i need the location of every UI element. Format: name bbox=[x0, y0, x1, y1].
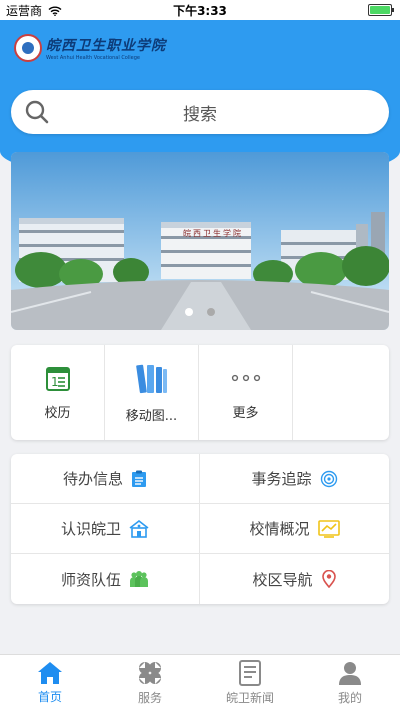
logo-english-name: West Anhui Health Vocational College bbox=[46, 55, 140, 61]
carousel-dot-1[interactable] bbox=[185, 308, 193, 316]
tab-profile[interactable]: 我的 bbox=[300, 655, 400, 710]
grid-item-label: 移动图... bbox=[125, 409, 178, 424]
school-icon bbox=[129, 519, 149, 538]
status-bar: 运营商 下午3:33 bbox=[0, 0, 400, 20]
tab-news[interactable]: 皖卫新闻 bbox=[200, 655, 300, 710]
service-label: 事务追踪 bbox=[251, 470, 312, 488]
service-faculty[interactable]: 师资队伍 bbox=[11, 554, 200, 604]
clover-icon bbox=[139, 661, 161, 684]
service-label: 待办信息 bbox=[62, 470, 123, 488]
calendar-icon: 1 bbox=[45, 367, 70, 391]
service-campus-navigation[interactable]: 校区导航 bbox=[200, 554, 389, 604]
college-logo: 皖西卫生职业学院 West Anhui Health Vocational Co… bbox=[14, 34, 166, 62]
campus-banner[interactable]: 皖西卫生学院 bbox=[11, 152, 389, 330]
tab-label: 首页 bbox=[37, 689, 62, 704]
clipboard-icon bbox=[132, 470, 146, 487]
search-icon bbox=[25, 100, 49, 124]
location-icon bbox=[321, 570, 336, 588]
service-label: 认识皖卫 bbox=[60, 520, 121, 538]
clock: 下午3:33 bbox=[173, 4, 227, 18]
carousel-dot-2[interactable] bbox=[207, 308, 215, 316]
user-icon bbox=[339, 661, 361, 685]
bottom-tab-bar: 首页 服务 皖卫新闻 我的 bbox=[0, 654, 400, 710]
service-task-tracking[interactable]: 事务追踪 bbox=[200, 454, 389, 503]
carousel-dots[interactable] bbox=[11, 308, 389, 316]
service-school-overview[interactable]: 校情概况 bbox=[200, 504, 389, 553]
building-sign: 皖西卫生学院 bbox=[183, 229, 243, 238]
people-icon bbox=[130, 571, 148, 587]
more-icon bbox=[231, 374, 260, 382]
service-label: 校情概况 bbox=[249, 520, 310, 538]
service-label: 校区导航 bbox=[252, 570, 313, 589]
service-about-school[interactable]: 认识皖卫 bbox=[11, 504, 200, 553]
grid-item-label: 校历 bbox=[44, 406, 71, 421]
logo-chinese-name: 皖西卫生职业学院 bbox=[46, 38, 166, 54]
grid-item-calendar[interactable]: 1 校历 bbox=[11, 345, 105, 440]
college-seal-icon bbox=[14, 34, 42, 62]
search-label: 搜索 bbox=[183, 104, 217, 125]
battery-icon bbox=[368, 4, 394, 16]
target-icon bbox=[320, 470, 337, 487]
grid-item-library[interactable]: 移动图... bbox=[105, 345, 199, 440]
chart-icon bbox=[317, 519, 340, 538]
books-icon bbox=[135, 364, 167, 394]
grid-item-more[interactable]: 更多 bbox=[199, 345, 293, 440]
news-icon bbox=[239, 659, 261, 686]
tab-label: 皖卫新闻 bbox=[225, 690, 274, 705]
service-label: 师资队伍 bbox=[60, 570, 121, 589]
services-grid: 待办信息 事务追踪 认识皖卫 校情概况 师资队伍 校区导航 bbox=[11, 454, 389, 604]
quick-access-grid: 1 校历 移动图... 更多 bbox=[11, 345, 389, 440]
search-bar[interactable]: 搜索 bbox=[11, 90, 389, 134]
tab-label: 我的 bbox=[337, 690, 362, 705]
tab-label: 服务 bbox=[137, 690, 162, 705]
campus-photo bbox=[11, 152, 389, 330]
tab-services[interactable]: 服务 bbox=[100, 655, 200, 710]
grid-item-label: 更多 bbox=[232, 406, 259, 421]
home-icon bbox=[38, 661, 62, 684]
service-pending-info[interactable]: 待办信息 bbox=[11, 454, 200, 503]
tab-home[interactable]: 首页 bbox=[0, 655, 100, 710]
svg-text:1: 1 bbox=[51, 375, 59, 389]
